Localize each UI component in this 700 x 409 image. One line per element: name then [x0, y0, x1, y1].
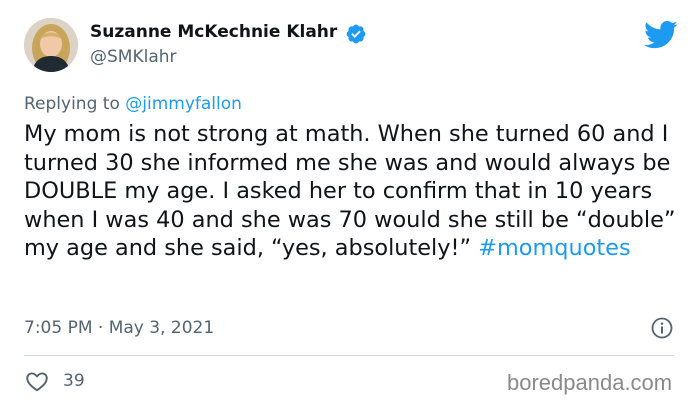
like-count: 39: [63, 371, 85, 391]
replying-to-line: Replying to @jimmyfallon: [24, 94, 242, 114]
verified-badge-icon: [346, 24, 366, 44]
watermark: boredpanda.com: [507, 370, 673, 395]
reply-mention-link[interactable]: @jimmyfallon: [125, 94, 242, 114]
author-handle[interactable]: @SMKlahr: [90, 47, 177, 67]
info-icon[interactable]: [650, 316, 674, 340]
divider: [24, 355, 674, 356]
hashtag-link[interactable]: #momquotes: [478, 235, 630, 261]
heart-icon[interactable]: [24, 368, 50, 394]
tweet-text: My mom is not strong at math. When she t…: [24, 120, 684, 263]
tweet-card: Suzanne McKechnie Klahr @SMKlahr Replyin…: [0, 0, 700, 409]
avatar[interactable]: [24, 18, 78, 72]
tweet-timestamp[interactable]: 7:05 PM · May 3, 2021: [24, 318, 214, 338]
author-name[interactable]: Suzanne McKechnie Klahr: [90, 22, 337, 42]
replying-to-label: Replying to: [24, 94, 126, 114]
avatar-portrait: [24, 18, 78, 72]
twitter-bird-icon[interactable]: [644, 20, 678, 50]
